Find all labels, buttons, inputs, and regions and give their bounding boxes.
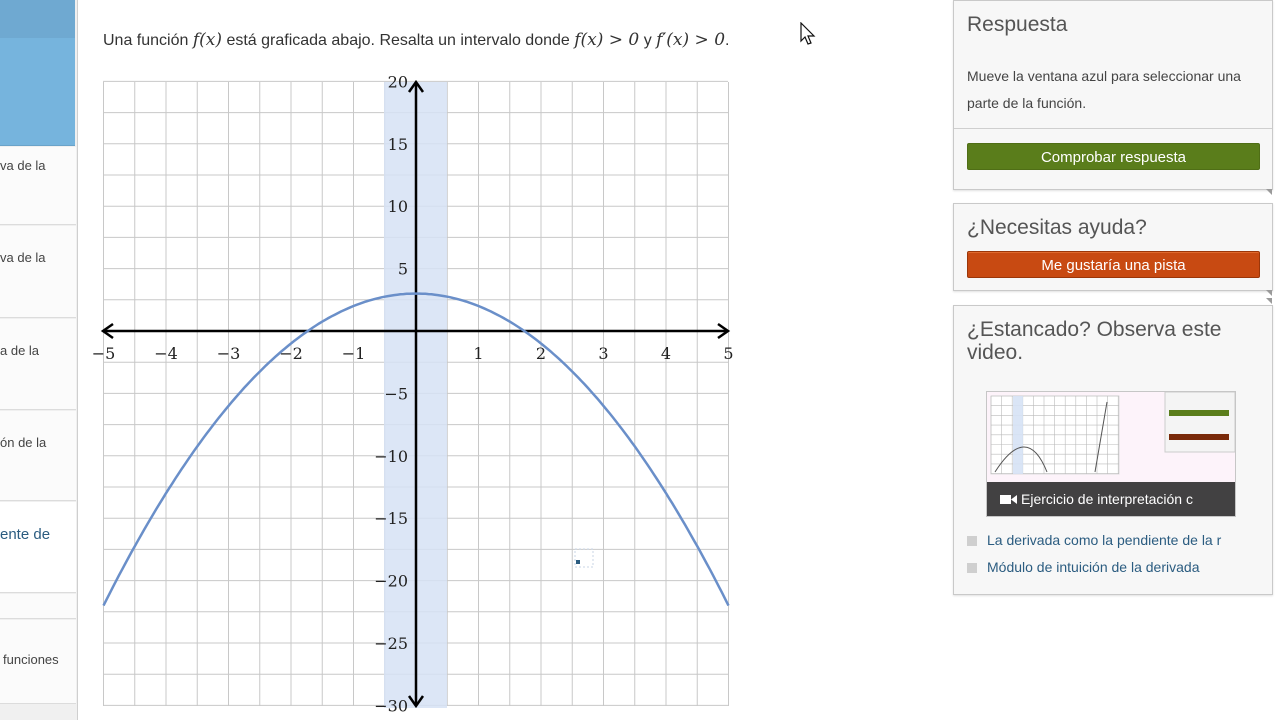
x-tick-label: 5 bbox=[723, 344, 733, 363]
sidebar: va de la va de la a de la ón de la ente … bbox=[0, 0, 78, 720]
y-tick-label: 20 bbox=[388, 72, 408, 91]
y-tick-label: −20 bbox=[374, 572, 408, 591]
video-caption-text: Ejercicio de interpretación c bbox=[1021, 491, 1193, 507]
x-tick-label: 4 bbox=[661, 344, 671, 363]
sidebar-item-label: va de la bbox=[0, 250, 46, 265]
y-tick-label: 5 bbox=[398, 260, 408, 279]
y-tick-label: −25 bbox=[374, 634, 408, 653]
answer-panel: Respuesta Mueve la ventana azul para sel… bbox=[953, 0, 1273, 195]
sidebar-item-label: funciones bbox=[3, 652, 59, 667]
panel-corner bbox=[1266, 290, 1272, 296]
x-tick-label: 3 bbox=[598, 344, 608, 363]
stuck-panel: ¿Estancado? Observa este video. Ejercici… bbox=[953, 298, 1273, 595]
x-tick-label: −1 bbox=[342, 344, 366, 363]
mouse-cursor-icon bbox=[800, 22, 816, 45]
sidebar-item[interactable]: va de la bbox=[0, 226, 76, 318]
video-link-derivative-slope[interactable]: La derivada como la pendiente de la r bbox=[967, 532, 1257, 548]
question-text: Una función f(x) está graficada abajo. R… bbox=[103, 30, 729, 50]
stuck-panel-title: ¿Estancado? Observa este video. bbox=[967, 318, 1222, 364]
y-tick-label: 15 bbox=[388, 135, 408, 154]
question-end: . bbox=[725, 32, 730, 49]
sidebar-item-label: ón de la bbox=[0, 435, 47, 450]
sidebar-item[interactable] bbox=[0, 594, 76, 619]
video-link-derivative-intuition[interactable]: Módulo de intuición de la derivada bbox=[967, 559, 1257, 575]
help-panel-title: ¿Necesitas ayuda? bbox=[967, 216, 1147, 239]
video-link-label: La derivada como la pendiente de la r bbox=[987, 532, 1222, 548]
hint-button[interactable]: Me gustaría una pista bbox=[967, 251, 1260, 278]
answer-panel-body: Respuesta Mueve la ventana azul para sel… bbox=[954, 1, 1272, 129]
video-link-icon bbox=[967, 536, 977, 547]
video-link-icon bbox=[967, 563, 977, 574]
sidebar-active-top bbox=[0, 0, 75, 38]
answer-panel-title: Respuesta bbox=[967, 13, 1068, 36]
help-panel: ¿Necesitas ayuda? Me gustaría una pista bbox=[953, 203, 1273, 296]
x-tick-label: −3 bbox=[217, 344, 241, 363]
sidebar-item-current[interactable]: ente de bbox=[0, 502, 76, 593]
math-condition-2: f′(x) > 0 bbox=[656, 30, 726, 50]
video-caption: Ejercicio de interpretación c bbox=[987, 482, 1235, 516]
y-tick-label: −5 bbox=[384, 384, 408, 403]
video-link-label: Módulo de intuición de la derivada bbox=[987, 559, 1200, 575]
check-answer-button[interactable]: Comprobar respuesta bbox=[967, 143, 1260, 170]
video-thumbnail-image bbox=[990, 392, 1235, 475]
sidebar-item[interactable]: funciones bbox=[0, 620, 76, 704]
y-tick-label: −10 bbox=[374, 447, 408, 466]
question-middle: está graficada abajo. Resalta un interva… bbox=[222, 32, 575, 49]
x-tick-label: −5 bbox=[92, 344, 116, 363]
x-tick-label: −2 bbox=[279, 344, 303, 363]
y-tick-label: −30 bbox=[374, 696, 408, 715]
video-camera-icon bbox=[1000, 495, 1017, 504]
video-thumbnail[interactable]: Ejercicio de interpretación c bbox=[986, 391, 1236, 517]
small-marker-icon bbox=[574, 548, 594, 568]
math-fx: f(x) bbox=[192, 30, 222, 50]
sidebar-item[interactable]: va de la bbox=[0, 147, 76, 225]
question-prefix: Una función bbox=[103, 32, 193, 49]
sidebar-item-label: ente de bbox=[0, 526, 51, 543]
panel-corner bbox=[1266, 189, 1272, 195]
function-graph: −5 −4 −3 −2 −1 1 2 3 4 52015105−5−10−15−20−25−30 bbox=[92, 72, 734, 715]
answer-instructions: Mueve la ventana azul para seleccionar u… bbox=[967, 68, 1241, 111]
panel-corner bbox=[1266, 298, 1272, 304]
sidebar-item[interactable]: a de la bbox=[0, 319, 76, 410]
sidebar-item[interactable]: ón de la bbox=[0, 411, 76, 501]
x-tick-label: −4 bbox=[154, 344, 178, 363]
sidebar-item-label: a de la bbox=[0, 343, 40, 358]
question-and: y bbox=[639, 32, 657, 49]
math-condition-1: f(x) > 0 bbox=[574, 30, 640, 50]
y-tick-label: −15 bbox=[374, 509, 408, 528]
y-tick-label: 10 bbox=[388, 197, 408, 216]
sidebar-item-label: va de la bbox=[0, 158, 46, 173]
x-tick-label: 1 bbox=[473, 344, 483, 363]
